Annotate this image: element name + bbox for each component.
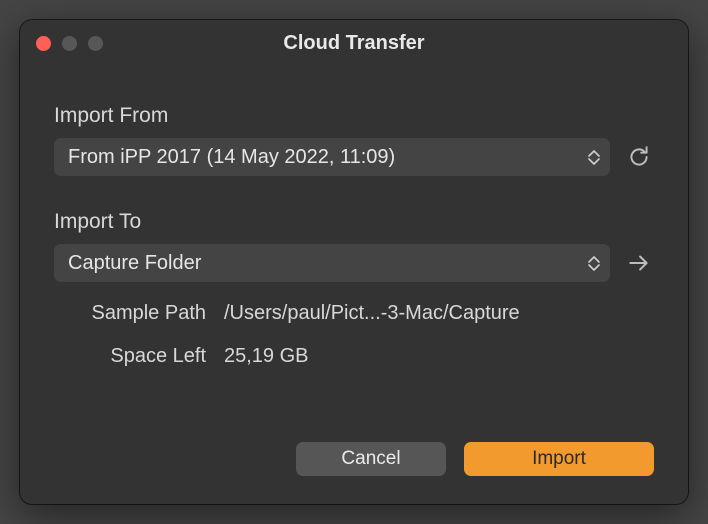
import-button[interactable]: Import xyxy=(464,442,654,476)
minimize-window-button[interactable] xyxy=(62,36,77,51)
traffic-lights xyxy=(36,36,103,51)
sample-path-row: Sample Path /Users/paul/Pict...-3-Mac/Ca… xyxy=(54,302,654,325)
refresh-icon xyxy=(626,144,652,170)
goto-folder-button[interactable] xyxy=(624,248,654,278)
maximize-window-button[interactable] xyxy=(88,36,103,51)
import-to-label: Import To xyxy=(54,210,654,234)
close-window-button[interactable] xyxy=(36,36,51,51)
refresh-button[interactable] xyxy=(624,142,654,172)
cancel-button[interactable]: Cancel xyxy=(296,442,446,476)
updown-icon xyxy=(588,256,600,271)
import-to-selected: Capture Folder xyxy=(68,252,201,275)
space-left-row: Space Left 25,19 GB xyxy=(54,345,654,368)
sample-path-value: /Users/paul/Pict...-3-Mac/Capture xyxy=(224,302,654,325)
space-left-label: Space Left xyxy=(54,345,224,368)
content-area: Import From From iPP 2017 (14 May 2022, … xyxy=(20,66,688,434)
import-from-selected: From iPP 2017 (14 May 2022, 11:09) xyxy=(68,146,395,169)
import-to-select[interactable]: Capture Folder xyxy=(54,244,610,282)
cloud-transfer-window: Cloud Transfer Import From From iPP 2017… xyxy=(20,20,688,504)
titlebar: Cloud Transfer xyxy=(20,20,688,66)
space-left-value: 25,19 GB xyxy=(224,345,654,368)
updown-icon xyxy=(588,150,600,165)
import-from-select[interactable]: From iPP 2017 (14 May 2022, 11:09) xyxy=(54,138,610,176)
import-from-label: Import From xyxy=(54,104,654,128)
footer: Cancel Import xyxy=(20,434,688,504)
window-title: Cloud Transfer xyxy=(20,32,688,55)
arrow-right-icon xyxy=(626,250,652,276)
sample-path-label: Sample Path xyxy=(54,302,224,325)
